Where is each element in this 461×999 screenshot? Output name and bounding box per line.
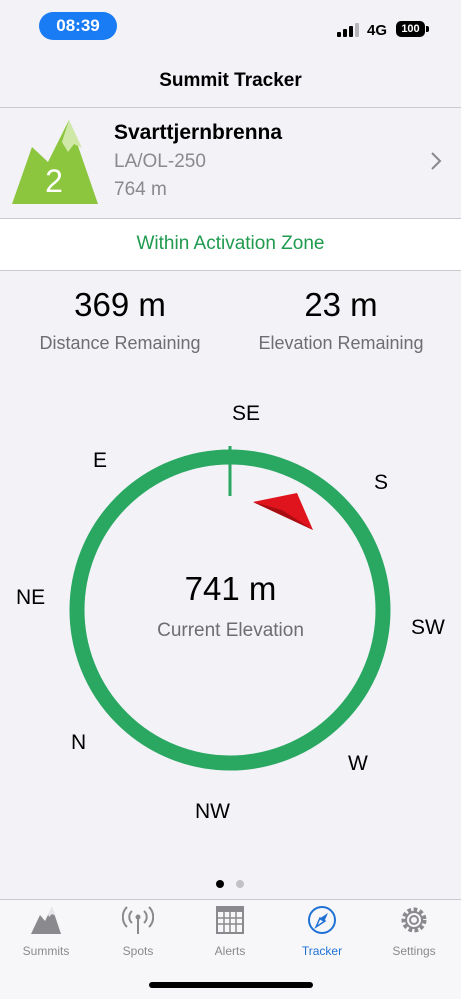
calendar-icon — [216, 906, 244, 934]
antenna-icon — [121, 906, 155, 934]
tab-settings[interactable]: Settings — [368, 905, 460, 958]
gear-icon — [401, 907, 427, 933]
battery-icon: 100 — [396, 21, 425, 37]
distance-remaining-value: 369 m — [74, 286, 166, 323]
compass-label-n: N — [71, 731, 87, 754]
activation-zone-status: Within Activation Zone — [136, 233, 325, 254]
elevation-remaining-value: 23 m — [304, 286, 378, 323]
tab-spots[interactable]: Spots — [92, 905, 184, 958]
page-dot-active[interactable] — [216, 880, 224, 888]
tab-label: Settings — [392, 944, 436, 958]
tab-alerts[interactable]: Alerts — [184, 905, 276, 958]
elevation-remaining-label: Elevation Remaining — [258, 333, 424, 353]
chevron-right-icon[interactable] — [430, 150, 442, 172]
compass-label-se: SE — [232, 402, 261, 425]
tab-summits[interactable]: Summits — [0, 905, 92, 958]
network-type: 4G — [367, 22, 388, 39]
mountain-icon — [31, 907, 61, 934]
divider — [0, 270, 461, 271]
target-direction-pointer-icon — [253, 493, 313, 530]
tab-label: Alerts — [214, 944, 246, 958]
compass-ring — [69, 449, 391, 771]
compass-dial — [69, 446, 391, 771]
tab-label: Spots — [122, 944, 154, 958]
compass-label-s: S — [374, 471, 389, 494]
summit-reference: LA/OL-250 — [114, 151, 206, 172]
page-title: Summit Tracker — [159, 70, 302, 91]
summit-name: Svarttjernbrenna — [114, 121, 283, 144]
summit-points-mountain-icon: 2 — [12, 120, 98, 204]
current-elevation-value: 741 m — [184, 570, 277, 607]
tab-label: Tracker — [301, 944, 343, 958]
distance-remaining-label: Distance Remaining — [39, 333, 201, 353]
compass-label-e: E — [93, 449, 108, 472]
tab-label: Summits — [22, 944, 70, 958]
status-time: 08:39 — [39, 12, 117, 40]
signal-icon — [337, 23, 359, 37]
compass-label-nw: NW — [195, 800, 230, 823]
compass-label-w: W — [348, 752, 368, 775]
tab-tracker[interactable]: Tracker — [276, 905, 368, 958]
page-dot[interactable] — [236, 880, 244, 888]
summit-altitude: 764 m — [114, 179, 167, 200]
compass-icon — [308, 906, 336, 934]
current-elevation-label: Current Elevation — [157, 620, 304, 641]
summit-points: 2 — [45, 163, 63, 199]
home-indicator — [149, 982, 313, 988]
battery-tip — [426, 26, 429, 32]
